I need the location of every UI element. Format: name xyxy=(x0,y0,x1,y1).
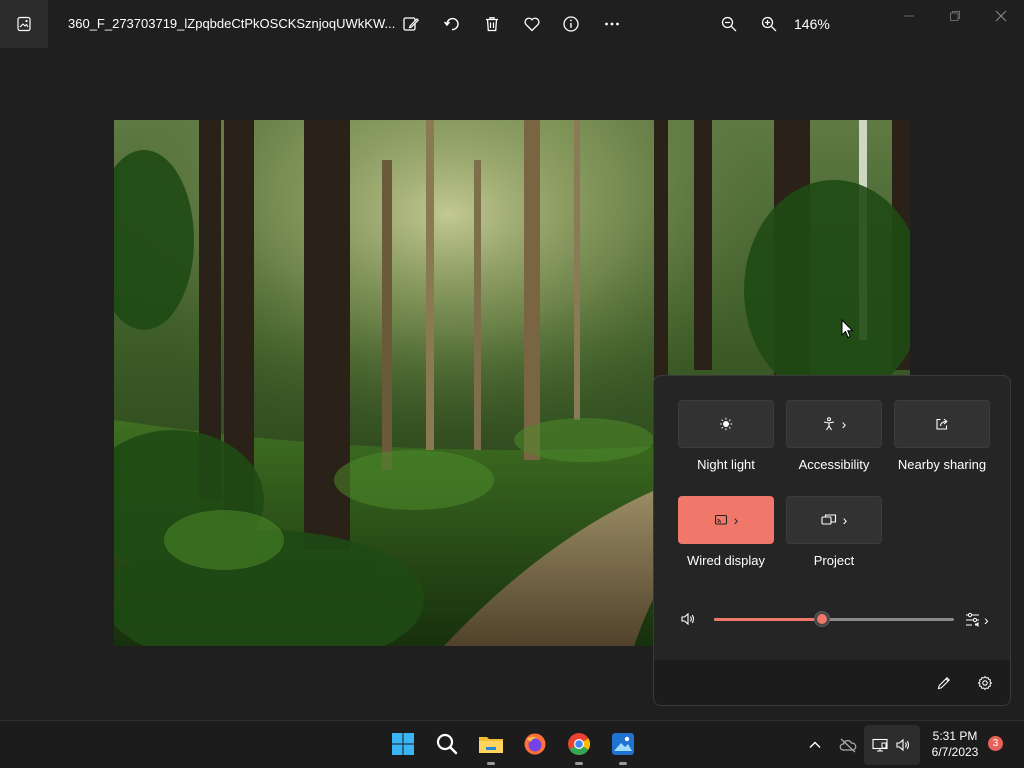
search-icon[interactable] xyxy=(434,731,460,757)
running-indicator xyxy=(619,762,627,765)
volume-slider-thumb[interactable] xyxy=(814,611,830,627)
tile-label-accessibility: Accessibility xyxy=(798,457,870,472)
tile-label-night-light: Night light xyxy=(697,457,755,472)
tile-label-project: Project xyxy=(813,553,855,568)
quick-settings-footer xyxy=(654,660,1010,705)
zoom-out-icon[interactable] xyxy=(717,12,741,36)
tile-label-nearby-sharing: Nearby sharing xyxy=(897,457,987,472)
volume-icon xyxy=(895,737,911,753)
audio-mixer-icon xyxy=(964,611,982,629)
nearby-sharing-toggle[interactable] xyxy=(894,400,990,448)
delete-icon[interactable] xyxy=(480,12,504,36)
project-toggle[interactable]: › xyxy=(786,496,882,544)
firefox-icon[interactable] xyxy=(522,731,548,757)
more-icon[interactable] xyxy=(600,12,624,36)
quick-settings-panel: Night light › Accessibility Nearby shari… xyxy=(653,375,1011,706)
wired-display-toggle[interactable]: › xyxy=(678,496,774,544)
info-icon[interactable] xyxy=(559,12,583,36)
accessibility-toggle[interactable]: › xyxy=(786,400,882,448)
edit-quick-settings-icon[interactable] xyxy=(936,675,952,691)
clock-time[interactable]: 5:31 PM xyxy=(924,729,986,743)
start-icon[interactable] xyxy=(390,731,416,757)
accessibility-icon xyxy=(822,417,836,431)
favorite-icon[interactable] xyxy=(520,12,544,36)
running-indicator xyxy=(575,762,583,765)
system-tray-group[interactable] xyxy=(864,725,920,765)
share-icon xyxy=(935,417,949,431)
cast-icon xyxy=(714,513,728,527)
file-explorer-icon[interactable] xyxy=(478,731,504,757)
running-indicator xyxy=(487,762,495,765)
chevron-right-icon: › xyxy=(733,512,739,528)
audio-output-button[interactable]: › xyxy=(964,611,989,629)
chevron-right-icon: › xyxy=(842,512,848,528)
mouse-cursor xyxy=(841,319,854,339)
onedrive-offline-icon[interactable] xyxy=(839,737,857,753)
clock-date[interactable]: 6/7/2023 xyxy=(924,745,986,759)
taskbar xyxy=(0,720,1024,768)
file-name: 360_F_273703719_lZpqbdeCtPkOSCKSznjoqUWk… xyxy=(68,16,396,31)
title-bar: 360_F_273703719_lZpqbdeCtPkOSCKSznjoqUWk… xyxy=(0,0,1024,48)
network-wired-icon xyxy=(872,737,888,753)
minimize-button[interactable] xyxy=(895,6,923,26)
tile-label-wired-display: Wired display xyxy=(686,553,766,568)
chevron-right-icon: › xyxy=(841,416,847,432)
maximize-button[interactable] xyxy=(941,6,969,26)
settings-gear-icon[interactable] xyxy=(977,675,993,691)
photos-icon[interactable] xyxy=(610,731,636,757)
chevron-right-icon: › xyxy=(984,612,989,628)
zoom-level[interactable]: 146% xyxy=(794,16,830,32)
photos-app-icon[interactable] xyxy=(0,0,48,48)
notification-badge[interactable]: 3 xyxy=(988,736,1003,751)
zoom-in-icon[interactable] xyxy=(757,12,781,36)
speaker-icon[interactable] xyxy=(680,611,696,627)
rotate-icon[interactable] xyxy=(440,12,464,36)
project-icon xyxy=(821,513,837,527)
volume-slider-fill xyxy=(714,618,822,621)
night-light-icon xyxy=(719,417,733,431)
night-light-toggle[interactable] xyxy=(678,400,774,448)
close-button[interactable] xyxy=(987,6,1015,26)
chrome-icon[interactable] xyxy=(566,731,592,757)
chevron-up-icon[interactable] xyxy=(807,737,823,753)
edit-icon[interactable] xyxy=(399,12,423,36)
